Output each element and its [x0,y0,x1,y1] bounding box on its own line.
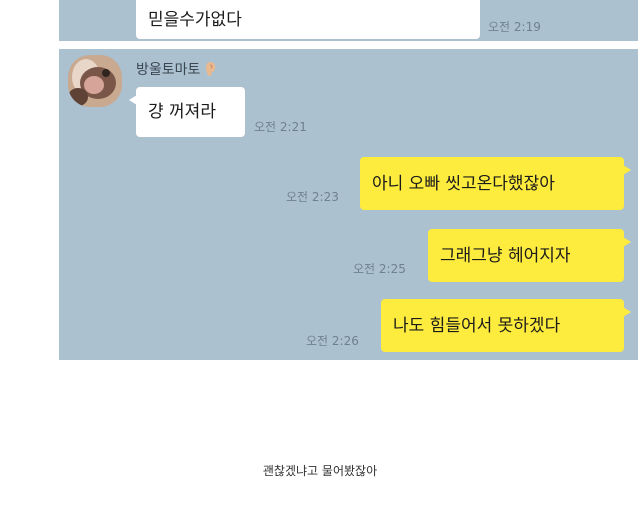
message-bubble-1: 걍 꺼져라 [129,87,245,137]
message-bubble-2: 아니 오빠 씻고온다했잖아 [360,157,631,210]
message-bubble-3: 그래그냥 헤어지자 [428,229,631,282]
ear-emoji-icon [203,61,217,77]
sender-name: 방울토마토 [136,59,217,79]
message-bubble-top: 믿을수가없다 [136,0,480,39]
message-time-4: 오전 2:26 [306,334,359,348]
message-time-2: 오전 2:23 [286,190,339,204]
message-bubble-4: 나도 힘들어서 못하겠다 [381,299,631,352]
caption-text: 괜찮겠냐고 물어봤잖아 [262,464,378,478]
message-time-top: 오전 2:19 [488,20,541,34]
message-time-1: 오전 2:21 [254,120,307,134]
message-text: 그래그냥 헤어지자 [440,245,571,266]
message-text: 믿을수가없다 [148,9,242,30]
sender-name-text: 방울토마토 [136,62,201,78]
message-text: 걍 꺼져라 [148,102,216,122]
avatar[interactable] [68,55,122,107]
message-text: 나도 힘들어서 못하겠다 [393,315,561,336]
message-time-3: 오전 2:25 [353,262,406,276]
message-text: 아니 오빠 씻고온다했잖아 [372,173,555,194]
